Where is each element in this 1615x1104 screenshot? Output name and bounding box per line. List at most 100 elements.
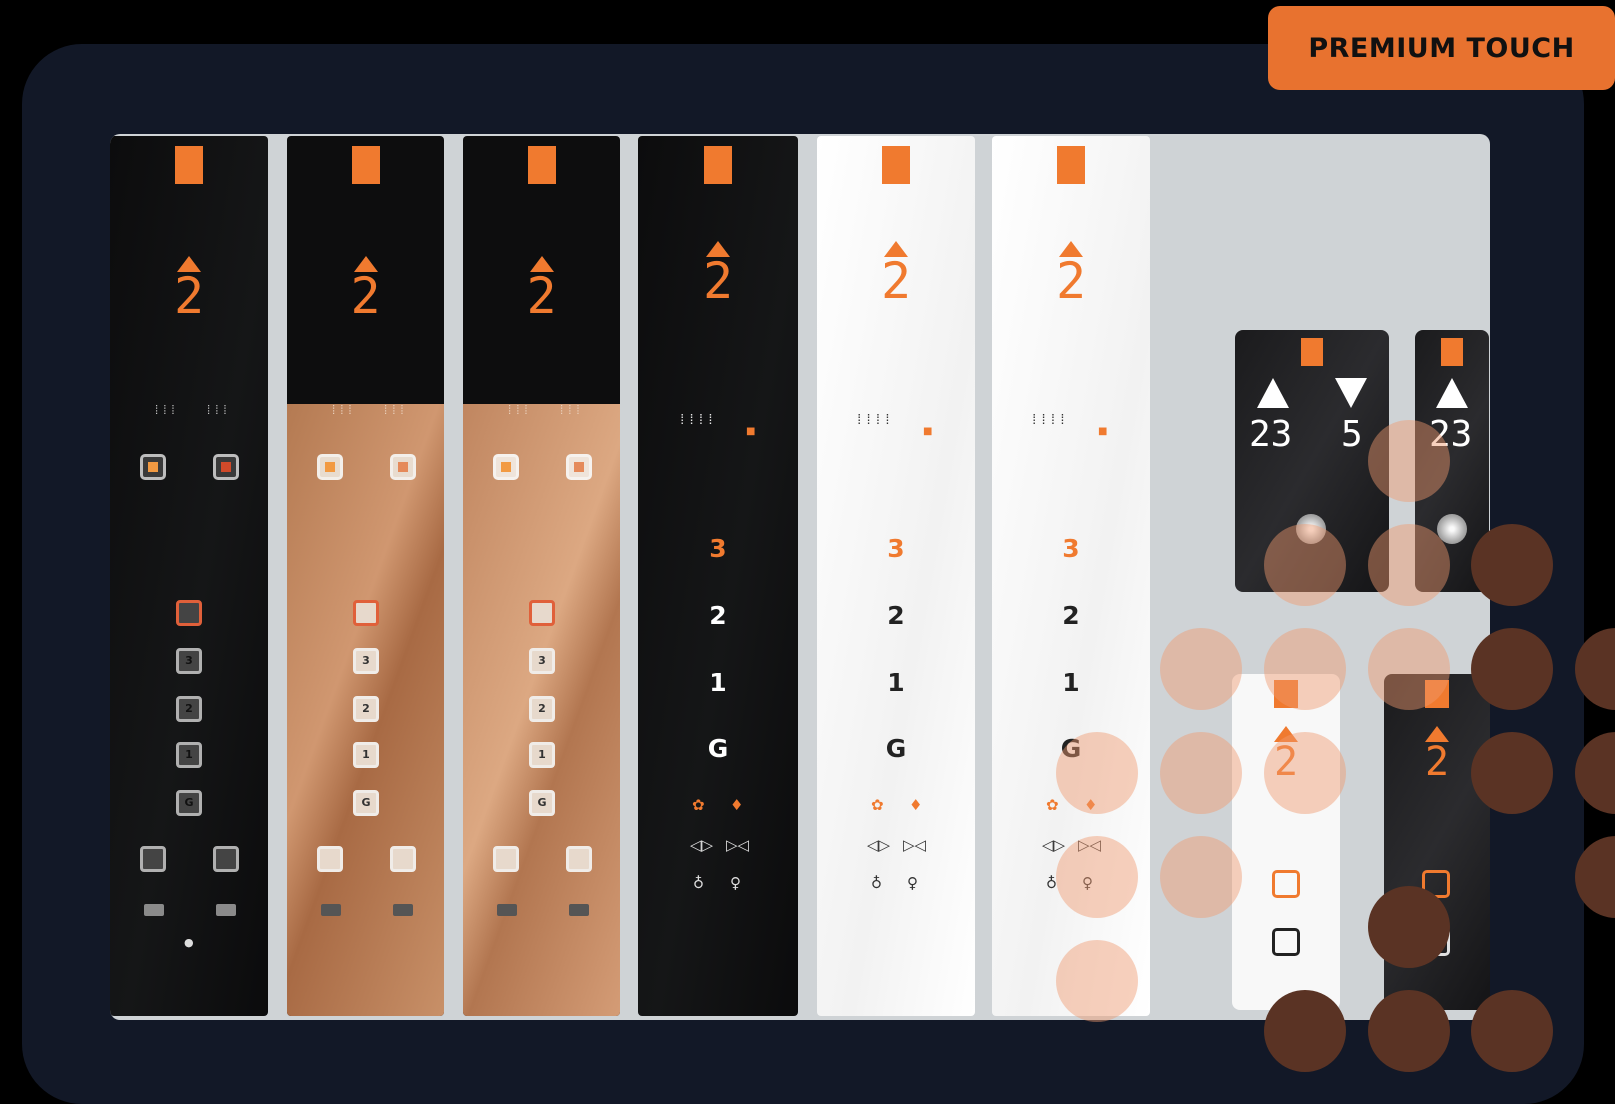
floor-button-1[interactable]: 1 <box>638 668 798 697</box>
decor-circle <box>1160 628 1242 710</box>
floor-button-1[interactable]: 1 <box>817 668 975 697</box>
floor-button-2[interactable]: 2 <box>817 601 975 630</box>
floor-button-g[interactable]: G <box>638 734 798 763</box>
hall-station-card-white: 2 <box>1232 674 1340 1010</box>
braille-grille-icon: ⁞⁞⁞⁞ <box>1030 412 1068 428</box>
decor-circle <box>1264 524 1346 606</box>
floor-button-1[interactable]: 1 <box>176 742 202 768</box>
alarm-bell-icon[interactable]: ♁ <box>693 874 704 892</box>
floor-indicator: 2 <box>346 256 386 321</box>
alarm-bell-icon[interactable]: ♁ <box>871 874 882 892</box>
decor-circle <box>1471 732 1553 814</box>
fan-icon[interactable]: ✿ <box>692 796 705 814</box>
up-arrow-icon <box>1257 378 1289 408</box>
indicator-digit: 2 <box>1424 739 1450 785</box>
fan-icon[interactable]: ✿ <box>1046 796 1059 814</box>
door-open-icon[interactable]: ◁▷ <box>1042 836 1065 854</box>
decor-circle <box>1264 732 1346 814</box>
brand-logo-icon <box>1441 338 1463 366</box>
floor-button-2[interactable]: 2 <box>529 696 555 722</box>
brand-logo-icon <box>1301 338 1323 366</box>
light-switch-icon <box>216 904 236 916</box>
floor-button-3[interactable]: 3 <box>353 648 379 674</box>
fan-icon[interactable]: ✿ <box>871 796 884 814</box>
speaker-grille-icon: ⁞⁞⁞ <box>205 403 230 417</box>
floor-button-4[interactable] <box>176 600 202 626</box>
brand-logo-icon <box>175 146 203 184</box>
indicator-digit: 2 <box>702 252 734 310</box>
floor-button-g[interactable]: G <box>353 790 379 816</box>
decor-circle <box>1264 990 1346 1072</box>
light-icon[interactable]: ♦ <box>909 796 922 814</box>
floor-button-2[interactable]: 2 <box>992 601 1150 630</box>
decor-circle <box>1264 628 1346 710</box>
decor-circle <box>1471 628 1553 710</box>
decor-circle <box>1160 732 1242 814</box>
door-open-icon[interactable]: ◁▷ <box>867 836 890 854</box>
indicator-digit: 2 <box>173 267 205 325</box>
floor-button-4[interactable] <box>353 600 379 626</box>
brand-logo-icon <box>351 146 380 184</box>
decor-circle <box>1368 886 1450 968</box>
down-arrow-icon <box>1335 378 1367 408</box>
light-icon[interactable]: ♦ <box>730 796 743 814</box>
door-open-button[interactable] <box>140 846 166 872</box>
speaker-grille-icon: ⁞⁞⁞ <box>153 403 178 417</box>
cop-panel-black-1: 2 ⁞⁞⁞ ⁞⁞⁞ 3 2 1 G ● <box>110 136 268 1016</box>
intercom-icon[interactable]: ♀ <box>730 874 741 892</box>
decor-circle <box>1368 990 1450 1072</box>
stop-button[interactable] <box>566 454 592 480</box>
door-close-button[interactable] <box>213 846 239 872</box>
floor-button-3[interactable]: 3 <box>529 648 555 674</box>
hall-down-button[interactable] <box>1272 928 1300 956</box>
floor-button-3[interactable]: 3 <box>176 648 202 674</box>
door-close-icon[interactable]: ▷◁ <box>726 836 749 854</box>
intercom-icon[interactable]: ♀ <box>907 874 918 892</box>
door-close-button[interactable] <box>390 846 416 872</box>
decor-circle <box>1056 732 1138 814</box>
hall-up-button[interactable] <box>1272 870 1300 898</box>
floor-button-2[interactable]: 2 <box>176 696 202 722</box>
floor-button-3[interactable]: 3 <box>992 534 1150 563</box>
door-open-icon[interactable]: ◁▷ <box>690 836 713 854</box>
indicator-digit: 2 <box>1055 252 1087 310</box>
braille-grille-icon: ⁞⁞⁞⁞ <box>678 412 716 428</box>
cop-panel-copper-1: 2 ⁞⁞⁞ ⁞⁞⁞ 3 2 1 G <box>287 136 444 1016</box>
decor-circle <box>1160 836 1242 918</box>
floor-indicator: 2 <box>522 256 562 321</box>
fan-switch-icon <box>144 904 164 916</box>
light-switch-icon <box>393 904 413 916</box>
decor-circle <box>1471 524 1553 606</box>
sticker-icon: ■ <box>746 426 756 437</box>
floor-button-3[interactable]: 3 <box>817 534 975 563</box>
sticker-icon: ■ <box>923 426 933 437</box>
floor-button-1[interactable]: 1 <box>529 742 555 768</box>
cop-panel-white-1: 2 ⁞⁞⁞⁞ ■ 3 2 1 G ✿ ♦ ◁▷ ▷◁ ♁ ♀ <box>817 136 975 1016</box>
floor-button-4[interactable] <box>529 600 555 626</box>
door-open-button[interactable] <box>493 846 519 872</box>
stop-button[interactable] <box>213 454 239 480</box>
door-open-button[interactable] <box>317 846 343 872</box>
alarm-button[interactable] <box>317 454 343 480</box>
floor-button-g[interactable]: G <box>176 790 202 816</box>
alarm-button[interactable] <box>140 454 166 480</box>
stop-button[interactable] <box>390 454 416 480</box>
floor-button-1[interactable]: 1 <box>992 668 1150 697</box>
down-floor-display: 5 <box>1341 414 1363 455</box>
fan-switch-icon <box>497 904 517 916</box>
sticker-icon: ■ <box>1098 426 1108 437</box>
floor-button-3[interactable]: 3 <box>638 534 798 563</box>
speaker-grille-icon: ⁞⁞⁞ <box>506 403 531 417</box>
floor-button-2[interactable]: 2 <box>638 601 798 630</box>
alarm-button[interactable] <box>493 454 519 480</box>
floor-button-g[interactable]: G <box>529 790 555 816</box>
keyswitch-icon: ● <box>184 936 194 949</box>
braille-grille-icon: ⁞⁞⁞⁞ <box>855 412 893 428</box>
floor-button-g[interactable]: G <box>817 734 975 763</box>
floor-button-1[interactable]: 1 <box>353 742 379 768</box>
door-close-icon[interactable]: ▷◁ <box>903 836 926 854</box>
light-switch-icon <box>569 904 589 916</box>
floor-button-2[interactable]: 2 <box>353 696 379 722</box>
door-close-button[interactable] <box>566 846 592 872</box>
up-floor-display: 23 <box>1249 414 1293 455</box>
